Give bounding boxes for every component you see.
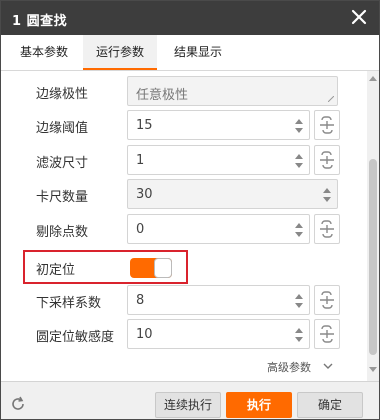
spin-arrows-icon[interactable] xyxy=(294,116,304,136)
select-value: 任意极性 xyxy=(136,88,189,103)
link-icon xyxy=(320,291,334,309)
input-value: 30 xyxy=(136,187,153,202)
link-button[interactable] xyxy=(314,145,340,175)
param-row-filter-size: 滤波尺寸 1 xyxy=(1,145,367,177)
param-label: 边缘极性 xyxy=(36,87,89,102)
spin-arrows-icon[interactable] xyxy=(294,151,304,171)
toggle-knob xyxy=(154,258,172,278)
param-row-edge-threshold: 边缘阈值 15 xyxy=(1,110,367,142)
reject-points-input[interactable]: 0 xyxy=(127,214,310,244)
tab-bar: 基本参数 运行参数 结果显示 xyxy=(1,35,379,71)
vertical-scrollbar[interactable] xyxy=(367,71,379,381)
downsample-input[interactable]: 8 xyxy=(127,285,310,315)
scroll-up-icon[interactable] xyxy=(369,75,377,81)
spin-arrows-icon[interactable] xyxy=(294,220,304,240)
resize-grip-icon xyxy=(328,96,334,102)
tab-result-display[interactable]: 结果显示 xyxy=(159,35,237,70)
param-row-edge-polarity: 边缘极性 任意极性 xyxy=(1,76,367,108)
link-button[interactable] xyxy=(314,285,340,315)
param-label: 下采样系数 xyxy=(36,296,102,311)
link-icon xyxy=(320,325,334,343)
input-value: 1 xyxy=(136,153,145,168)
dialog-title: 1 圆查找 xyxy=(12,14,68,29)
advanced-params-link[interactable]: 高级参数 xyxy=(267,359,311,375)
input-value: 10 xyxy=(136,327,153,342)
dialog-window: 1 圆查找 基本参数 运行参数 结果显示 边缘极性 任意极性 边缘阈值 15 滤… xyxy=(0,0,380,420)
caliper-count-input[interactable]: 30 xyxy=(127,179,338,209)
param-label: 滤波尺寸 xyxy=(36,156,89,171)
param-row-reject-points: 剔除点数 0 xyxy=(1,214,367,246)
link-button[interactable] xyxy=(314,110,340,140)
spin-arrows-icon[interactable] xyxy=(322,185,332,205)
param-label: 剔除点数 xyxy=(36,225,89,240)
dialog-footer: 连续执行 执行 确定 xyxy=(1,381,379,419)
param-row-downsample: 下采样系数 8 xyxy=(1,285,367,317)
filter-size-input[interactable]: 1 xyxy=(127,145,310,175)
coarse-locate-toggle[interactable] xyxy=(130,258,172,278)
toggle-label: 初定位 xyxy=(36,263,76,278)
param-label: 圆定位敏感度 xyxy=(36,330,115,345)
close-icon[interactable] xyxy=(349,7,369,27)
run-button[interactable]: 执行 xyxy=(226,392,292,418)
param-row-caliper-count: 卡尺数量 30 xyxy=(1,179,367,211)
param-row-circle-sensitivity: 圆定位敏感度 10 xyxy=(1,319,367,351)
link-button[interactable] xyxy=(314,214,340,244)
title-bar: 1 圆查找 xyxy=(1,1,379,35)
edge-threshold-input[interactable]: 15 xyxy=(127,110,310,140)
tab-run-params[interactable]: 运行参数 xyxy=(83,35,157,70)
continuous-run-button[interactable]: 连续执行 xyxy=(155,392,221,418)
link-icon xyxy=(320,151,334,169)
coarse-locate-highlight: 初定位 xyxy=(23,250,188,284)
input-value: 15 xyxy=(136,118,153,133)
input-value: 8 xyxy=(136,293,145,308)
scroll-thumb[interactable] xyxy=(369,159,377,355)
input-value: 0 xyxy=(136,222,145,237)
link-icon xyxy=(320,116,334,134)
scroll-down-icon[interactable] xyxy=(369,367,377,373)
param-label: 卡尺数量 xyxy=(36,190,89,205)
chevron-down-icon[interactable] xyxy=(323,361,333,371)
confirm-button[interactable]: 确定 xyxy=(297,392,363,418)
reset-icon[interactable] xyxy=(10,396,26,412)
tab-basic-params[interactable]: 基本参数 xyxy=(5,35,83,70)
param-label: 边缘阈值 xyxy=(36,121,89,136)
link-icon xyxy=(320,220,334,238)
spin-arrows-icon[interactable] xyxy=(294,291,304,311)
edge-polarity-select[interactable]: 任意极性 xyxy=(127,76,338,106)
link-button[interactable] xyxy=(314,319,340,349)
circle-sensitivity-input[interactable]: 10 xyxy=(127,319,310,349)
params-panel: 边缘极性 任意极性 边缘阈值 15 滤波尺寸 1 卡尺数量 30 剔除点数 0 … xyxy=(1,71,367,381)
spin-arrows-icon[interactable] xyxy=(294,325,304,345)
